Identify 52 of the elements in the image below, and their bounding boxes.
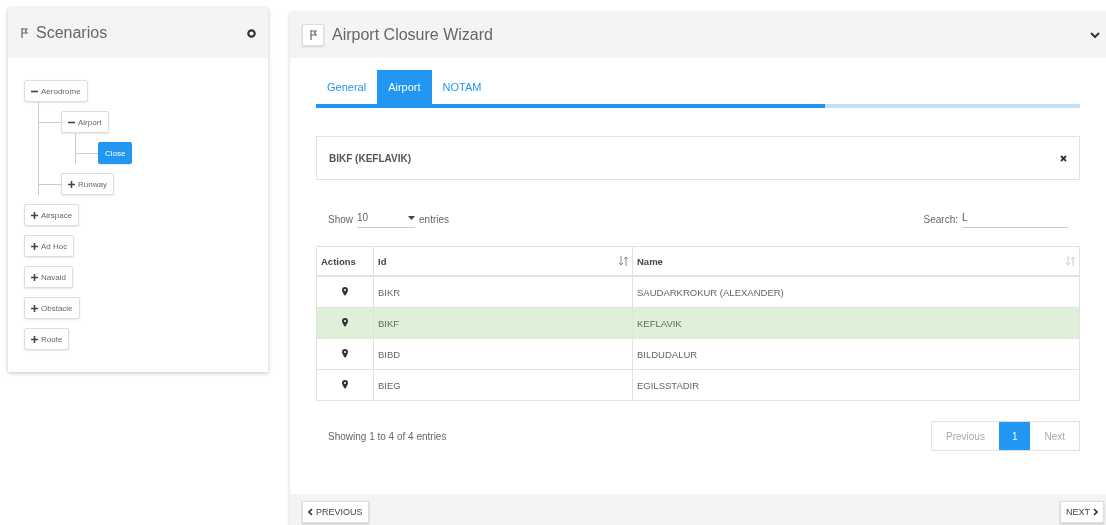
show-label: Show <box>328 213 353 225</box>
chevron-left-icon <box>308 507 313 516</box>
settings-icon[interactable] <box>247 28 256 38</box>
tree-node[interactable]: Ad Hoc <box>24 235 75 257</box>
selected-airport: BIKF (KEFLAVIK) <box>329 152 412 164</box>
entries-select[interactable]: 10 <box>357 210 415 228</box>
map-pin-icon[interactable] <box>342 286 348 296</box>
table-cell: KEFLAVIK <box>632 307 1080 339</box>
flag-icon <box>20 28 28 38</box>
table-row[interactable]: BIBD BILDUDALUR <box>316 338 1080 370</box>
table-cell: BIKF <box>373 307 633 339</box>
tab[interactable]: General <box>316 70 378 104</box>
tab[interactable]: NOTAM <box>431 70 493 104</box>
table-row[interactable]: BIKF KEFLAVIK <box>316 307 1080 339</box>
table-cell: SAUDARKROKUR (ALEXANDER) <box>632 276 1080 308</box>
panel-title: Airport Closure Wizard <box>332 26 494 44</box>
table-info: Showing 1 to 4 of 4 entries <box>328 430 447 442</box>
table-cell: EGILSSTADIR <box>632 369 1080 401</box>
table-cell: BIEG <box>373 369 633 401</box>
close-icon[interactable] <box>1060 154 1067 162</box>
map-pin-icon[interactable] <box>342 317 348 327</box>
tree-node[interactable]: Airport <box>61 111 109 133</box>
plus-icon <box>31 211 38 219</box>
next-button[interactable]: NEXT <box>1060 500 1104 523</box>
previous-button[interactable]: PREVIOUS <box>302 500 369 523</box>
chevron-down-icon[interactable] <box>1090 31 1100 39</box>
plus-icon <box>31 304 38 312</box>
chevron-right-icon <box>1093 507 1098 516</box>
table-cell: BIBD <box>373 338 633 370</box>
map-pin-icon[interactable] <box>342 348 348 358</box>
plus-icon <box>31 273 38 281</box>
caret-icon <box>408 215 415 220</box>
sort-icon[interactable] <box>619 256 628 266</box>
plus-icon <box>31 335 38 343</box>
table-row[interactable]: BIKR SAUDARKROKUR (ALEXANDER) <box>316 276 1080 308</box>
search-field[interactable]: L <box>962 210 1068 228</box>
tree-node[interactable]: Obstacle <box>24 297 80 319</box>
tree-node[interactable]: Navaid <box>24 266 73 288</box>
tree-node[interactable]: Airspace <box>24 204 80 226</box>
plus-icon <box>31 242 38 250</box>
table-cell: BIKR <box>373 276 633 308</box>
tree-node[interactable]: Runway <box>61 173 114 195</box>
plus-icon <box>68 180 75 188</box>
tree-node[interactable]: Aerodrome <box>24 80 88 102</box>
tree-node[interactable]: Route <box>24 328 70 350</box>
panel-title: Scenarios <box>36 24 109 42</box>
table-cell: BILDUDALUR <box>632 338 1080 370</box>
entries-label: entries <box>419 213 450 225</box>
search-label: Search: <box>923 213 958 225</box>
flag-icon[interactable] <box>302 24 324 46</box>
map-pin-icon[interactable] <box>342 379 348 389</box>
table-row[interactable]: BIEG EGILSSTADIR <box>316 369 1080 401</box>
